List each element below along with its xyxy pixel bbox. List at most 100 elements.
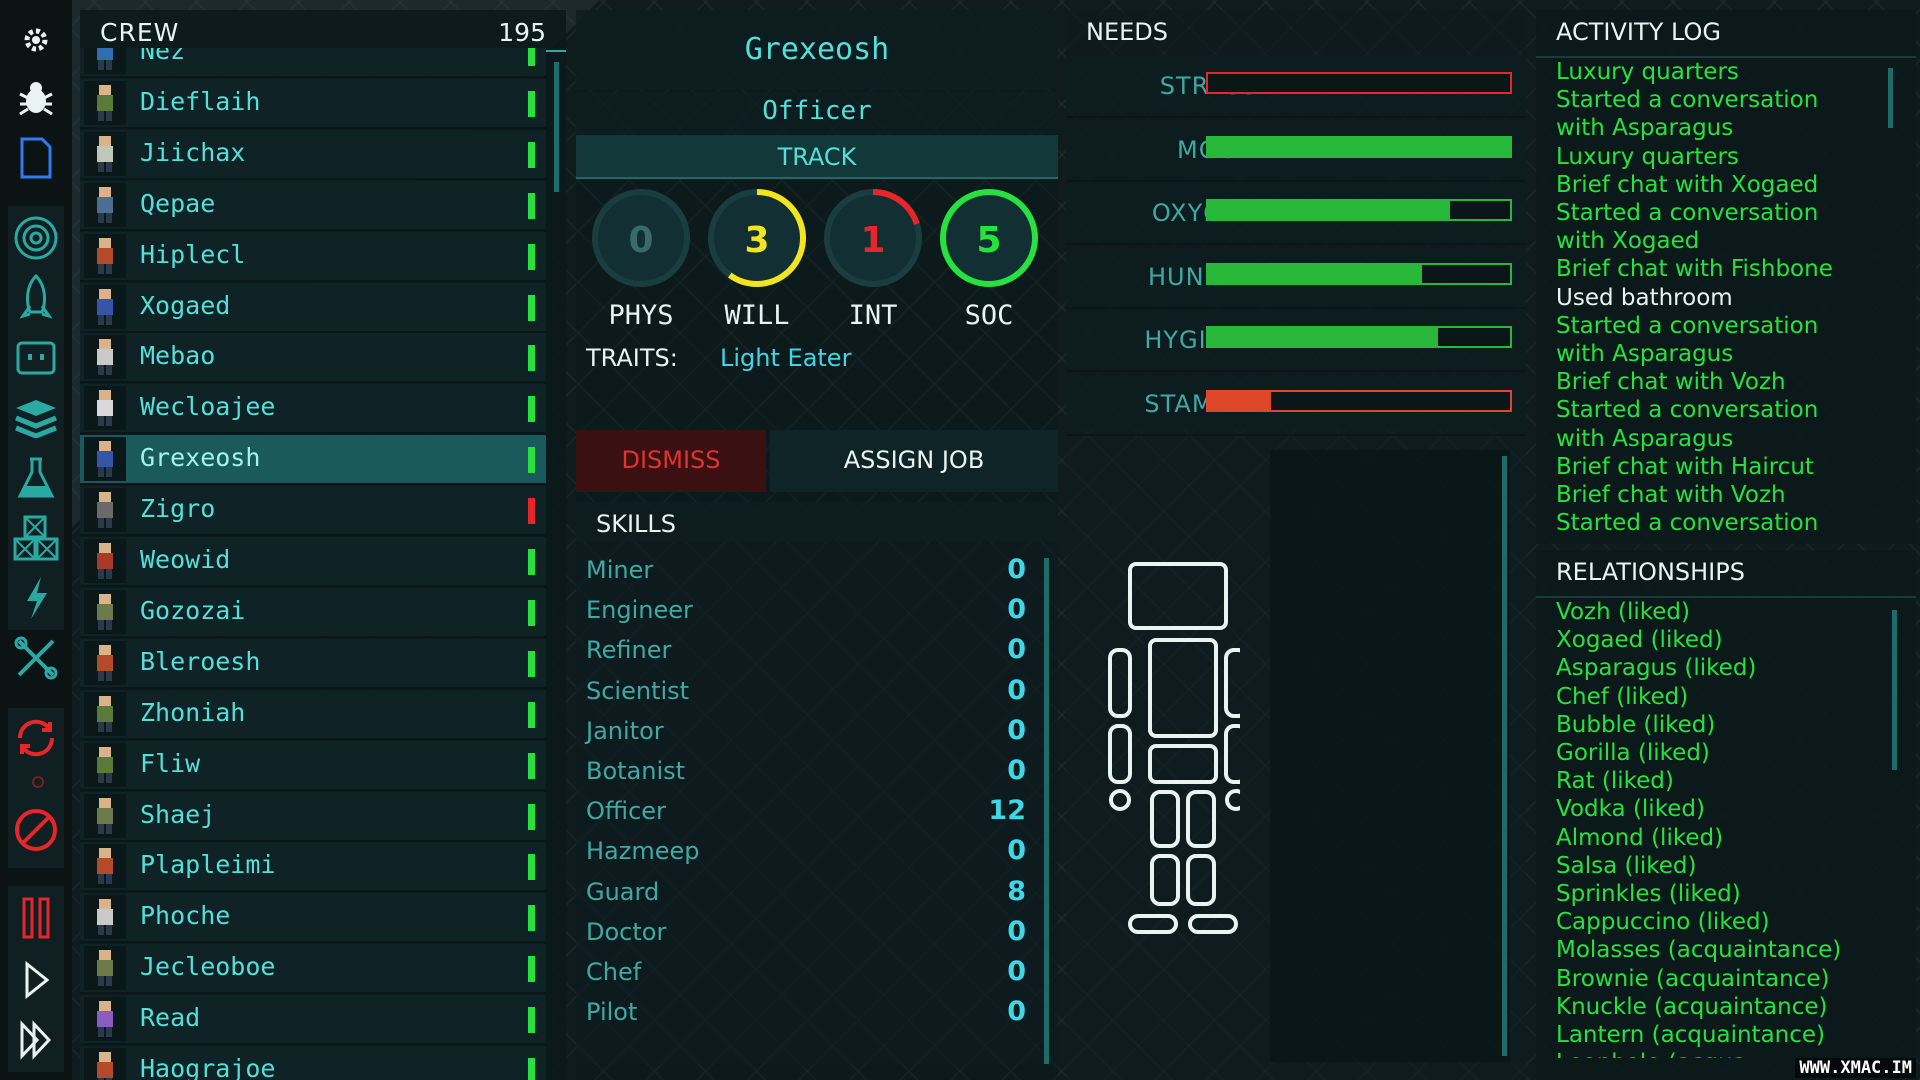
crew-row[interactable]: Nez: [80, 48, 546, 78]
relationship-entry: Cappuccino (liked): [1556, 909, 1770, 936]
crew-row[interactable]: Read: [80, 995, 546, 1046]
crew-row[interactable]: Jiichax: [80, 129, 546, 180]
body-status-scrollbar[interactable]: [1502, 456, 1507, 1056]
activity-log-list: Luxury quarters Started a conversation wit…: [1556, 58, 1896, 537]
target-icon[interactable]: [10, 212, 62, 264]
stat-label: WILL: [724, 300, 790, 331]
tools-icon[interactable]: [10, 632, 62, 684]
skill-value: 0: [1007, 755, 1026, 786]
crew-scrollbar[interactable]: [554, 62, 559, 192]
crew-row[interactable]: Bleroesh: [80, 638, 546, 689]
crew-count: 195: [498, 18, 546, 47]
crew-row[interactable]: Grexeosh: [80, 435, 546, 486]
dismiss-button[interactable]: DISMISS: [576, 430, 766, 492]
refresh-icon[interactable]: [10, 712, 62, 764]
crew-row[interactable]: Jecleoboe: [80, 944, 546, 995]
skill-name: Botanist: [586, 757, 686, 785]
relationship-entry: Gorilla (liked): [1556, 740, 1710, 767]
crew-name-title: Grexeosh: [744, 32, 890, 67]
crew-row[interactable]: Dieflaih: [80, 78, 546, 129]
crew-row[interactable]: Shaej: [80, 791, 546, 842]
track-button[interactable]: TRACK: [576, 135, 1058, 179]
skill-value: 0: [1007, 714, 1026, 746]
crew-avatar: [84, 895, 126, 940]
crew-member-name: Weowid: [140, 545, 231, 574]
crew-row[interactable]: Fliw: [80, 740, 546, 791]
flask-icon[interactable]: [10, 452, 62, 504]
crew-row[interactable]: Gozozai: [80, 587, 546, 638]
crew-row[interactable]: Hiplecl: [80, 231, 546, 282]
crew-row[interactable]: Wecloajee: [80, 384, 546, 435]
skills-scrollbar[interactable]: [1044, 558, 1049, 1064]
crew-row[interactable]: Mebao: [80, 333, 546, 384]
activity-log-entry: Brief chat with Vozh: [1556, 482, 1786, 509]
skill-row: Chef 0: [576, 952, 1036, 992]
traits-label: TRAITS:: [586, 344, 678, 372]
traits-value: Light Eater: [720, 344, 852, 372]
relationships-scrollbar[interactable]: [1892, 610, 1897, 770]
crew-row[interactable]: Zigro: [80, 486, 546, 537]
need-bar-fill: [1208, 391, 1272, 410]
cancel-icon[interactable]: [10, 804, 62, 856]
assign-job-button[interactable]: ASSIGN JOB: [770, 430, 1058, 492]
document-icon[interactable]: [10, 132, 62, 184]
need-bar-fill: [1208, 264, 1423, 283]
crew-row[interactable]: Plapleimi: [80, 842, 546, 893]
bug-icon[interactable]: [10, 72, 62, 124]
crew-avatar: [84, 1048, 126, 1080]
skill-value: 0: [1007, 996, 1026, 1028]
lightning-icon[interactable]: [10, 572, 62, 624]
crew-status-indicator: [528, 498, 535, 525]
crew-row[interactable]: Xogaed: [80, 282, 546, 333]
crew-row[interactable]: Phoche: [80, 893, 546, 944]
relationship-entry: Molasses (acquaintance): [1556, 937, 1842, 964]
crew-row[interactable]: Zhoniah: [80, 689, 546, 740]
crew-member-name: Zigro: [140, 494, 216, 524]
crates-icon[interactable]: [10, 512, 62, 564]
activity-log-scrollbar[interactable]: [1888, 68, 1893, 128]
stat-value: 0: [628, 220, 654, 261]
relationships-list: Vozh (liked) Xogaed (liked) Asparagus (lik…: [1556, 598, 1886, 1058]
relationships-title: RELATIONSHIPS: [1556, 558, 1745, 586]
crew-row[interactable]: Weowid: [80, 537, 546, 587]
stat-phys: 0 PHYS: [586, 188, 696, 348]
stat-value: 1: [860, 220, 886, 261]
crew-row[interactable]: Qepae: [80, 180, 546, 231]
crew-status-indicator: [528, 48, 535, 66]
skills-header: SKILLS: [576, 502, 1058, 542]
layers-icon[interactable]: [10, 392, 62, 444]
fast-forward-icon[interactable]: [10, 1014, 62, 1066]
skill-name: Scientist: [586, 676, 690, 705]
crew-avatar: [84, 80, 126, 125]
activity-log-entry: Started a conversation: [1556, 87, 1819, 114]
crew-name-box: Grexeosh: [576, 10, 1058, 90]
skill-name: Miner: [586, 556, 654, 584]
pause-icon[interactable]: [10, 892, 62, 944]
skill-name: Doctor: [586, 917, 667, 946]
activity-log-entry: Brief chat with Vozh: [1556, 369, 1786, 396]
need-bar-fill: [1208, 201, 1450, 219]
skill-row: Refiner 0: [576, 630, 1036, 670]
crew-status-indicator: [528, 905, 535, 932]
need-bar: [1206, 389, 1512, 412]
relationship-entry: Sprinkles (liked): [1556, 881, 1741, 908]
relationship-entry: Brownie (acquaintance): [1556, 965, 1830, 992]
relationship-entry: Lantern (acquaintance): [1556, 1022, 1826, 1049]
crew-avatar: [84, 386, 126, 431]
robot-icon[interactable]: [10, 332, 62, 384]
assign-job-button-label: ASSIGN JOB: [843, 446, 985, 474]
crew-status-indicator: [528, 1058, 535, 1080]
crew-row[interactable]: Haograjoe: [80, 1046, 546, 1080]
crew-avatar: [84, 284, 126, 329]
crew-member-name: Grexeosh: [140, 443, 261, 473]
crew-status-indicator: [528, 803, 535, 830]
need-row-hunger: HUNGER: [1066, 246, 1526, 309]
play-icon[interactable]: [10, 954, 62, 1006]
gear-icon[interactable]: [10, 14, 62, 66]
skill-value: 0: [1007, 835, 1026, 867]
rocket-icon[interactable]: [10, 272, 62, 324]
crew-avatar: [84, 335, 126, 380]
skill-name: Guard: [586, 877, 660, 906]
skill-name: Hazmeep: [586, 837, 700, 866]
crew-list[interactable]: Nez Dieflaih Jiichax Qepae Hiplecl Xogaed Meba…: [80, 48, 566, 1080]
